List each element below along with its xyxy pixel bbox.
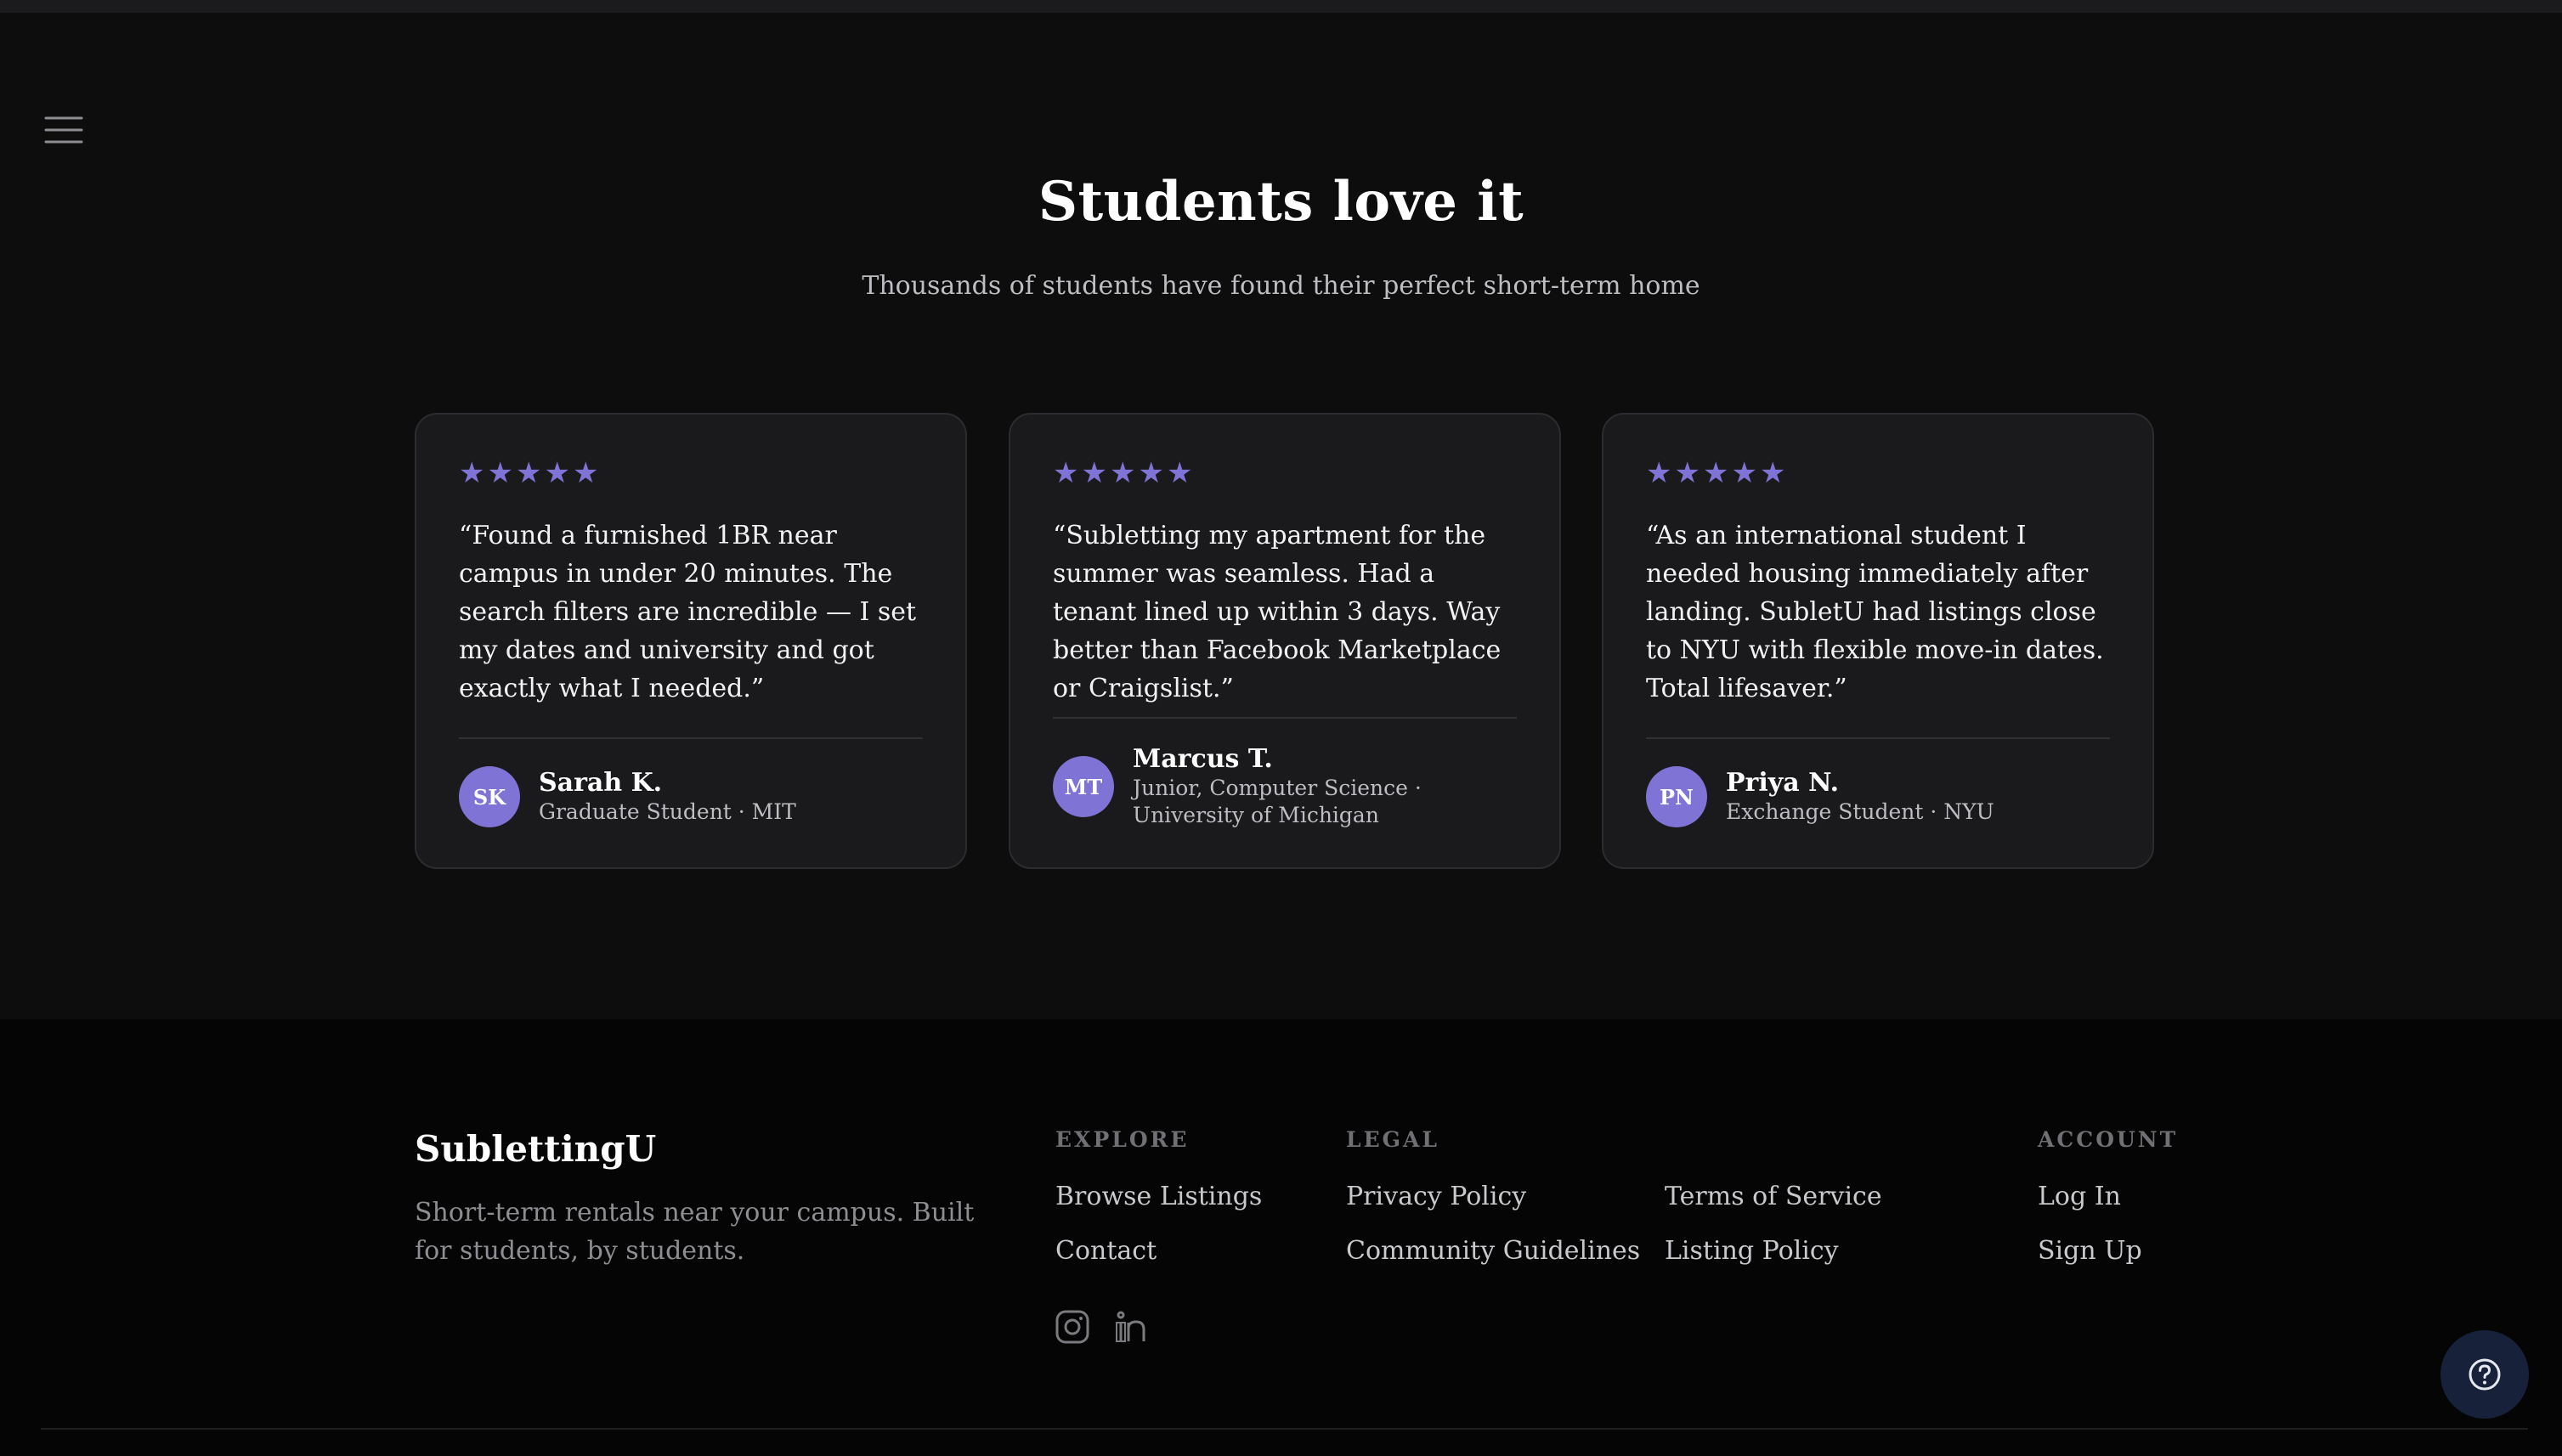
browse-listings-link[interactable]: Browse Listings <box>1055 1182 1262 1211</box>
testimonial-quote: “As an international student I needed ho… <box>1646 521 2104 703</box>
testimonial-author: MT Marcus T. Junior, Computer Science · … <box>1053 744 1525 829</box>
footer-divider <box>41 1428 2528 1430</box>
sign-up-link[interactable]: Sign Up <box>2038 1236 2142 1266</box>
divider <box>1053 717 1517 719</box>
testimonial-author: SK Sarah K. Graduate Student · MIT <box>459 766 931 827</box>
explore-heading: EXPLORE <box>1055 1127 1190 1152</box>
help-circle-icon <box>2469 1358 2501 1391</box>
testimonial-card: ★ ★ ★ ★ ★ “As an international student I… <box>1602 413 2154 869</box>
instagram-icon[interactable] <box>1054 1308 1091 1346</box>
star-icon: ★ <box>1053 456 1079 490</box>
star-icon: ★ <box>1109 456 1136 490</box>
star-icon: ★ <box>1674 456 1700 490</box>
footer-brand[interactable]: SublettingU <box>415 1128 656 1170</box>
linkedin-icon[interactable] <box>1114 1308 1151 1346</box>
author-role: Exchange Student · NYU <box>1726 799 1994 824</box>
divider <box>1646 737 2110 739</box>
section-subtitle: Thousands of students have found their p… <box>862 271 1700 301</box>
log-in-link[interactable]: Log In <box>2038 1182 2121 1211</box>
testimonial-quote: “Found a furnished 1BR near campus in un… <box>459 521 917 703</box>
testimonial-quote: “Subletting my apartment for the summer … <box>1053 521 1502 703</box>
author-role: Junior, Computer Science · University of… <box>1133 776 1422 827</box>
author-name: Marcus T. <box>1133 744 1273 774</box>
hamburger-menu-icon[interactable] <box>44 110 83 150</box>
star-rating: ★ ★ ★ ★ ★ <box>1053 459 1192 488</box>
author-name: Sarah K. <box>539 768 663 798</box>
star-icon: ★ <box>572 456 599 490</box>
divider <box>459 737 923 739</box>
star-icon: ★ <box>515 456 542 490</box>
star-icon: ★ <box>1081 456 1107 490</box>
avatar: SK <box>459 766 520 827</box>
testimonials-section: Students love it Thousands of students h… <box>0 13 2562 1019</box>
star-icon: ★ <box>459 456 485 490</box>
contact-link[interactable]: Contact <box>1055 1236 1157 1266</box>
author-role: Graduate Student · MIT <box>539 799 796 824</box>
footer-description: Short-term rentals near your campus. Bui… <box>415 1198 975 1266</box>
site-footer: SublettingU Short-term rentals near your… <box>0 1019 2562 1456</box>
star-icon: ★ <box>1166 456 1193 490</box>
community-guidelines-link[interactable]: Community Guidelines <box>1346 1236 1640 1266</box>
avatar: MT <box>1053 756 1114 817</box>
account-heading: ACCOUNT <box>2038 1127 2179 1152</box>
star-rating: ★ ★ ★ ★ ★ <box>459 459 598 488</box>
testimonial-author: PN Priya N. Exchange Student · NYU <box>1646 766 2118 827</box>
star-icon: ★ <box>1646 456 1672 490</box>
star-icon: ★ <box>1759 456 1786 490</box>
author-name: Priya N. <box>1726 768 1840 798</box>
help-button[interactable] <box>2440 1330 2529 1419</box>
listing-policy-link[interactable]: Listing Policy <box>1665 1236 1839 1266</box>
star-icon: ★ <box>544 456 570 490</box>
star-icon: ★ <box>487 456 513 490</box>
top-bar <box>0 0 2562 13</box>
avatar: PN <box>1646 766 1707 827</box>
star-icon: ★ <box>1731 456 1757 490</box>
star-rating: ★ ★ ★ ★ ★ <box>1646 459 1785 488</box>
terms-of-service-link[interactable]: Terms of Service <box>1665 1182 1882 1211</box>
testimonial-card: ★ ★ ★ ★ ★ “Subletting my apartment for t… <box>1009 413 1561 869</box>
legal-heading: LEGAL <box>1346 1127 1439 1152</box>
star-icon: ★ <box>1702 456 1729 490</box>
testimonial-card: ★ ★ ★ ★ ★ “Found a furnished 1BR near ca… <box>415 413 967 869</box>
privacy-policy-link[interactable]: Privacy Policy <box>1346 1182 1526 1211</box>
star-icon: ★ <box>1138 456 1164 490</box>
section-title: Students love it <box>1038 170 1524 234</box>
